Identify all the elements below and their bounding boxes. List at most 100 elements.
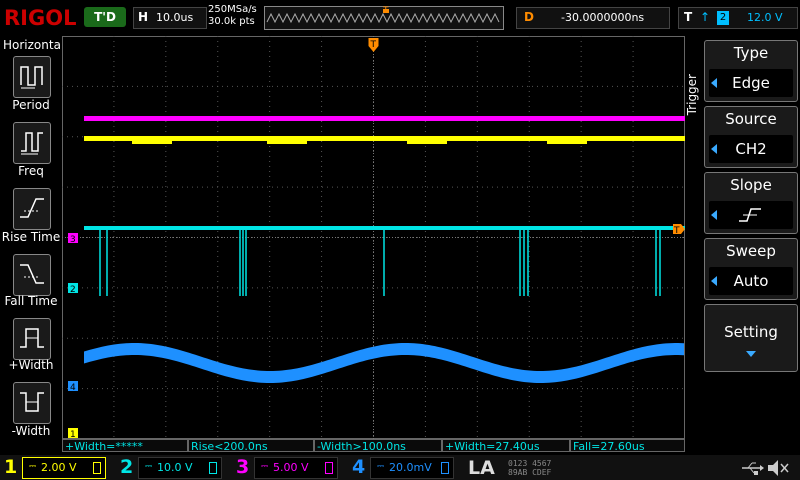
fall-time-button[interactable] — [13, 254, 51, 296]
logic-analyzer-button[interactable]: LA — [468, 457, 495, 479]
measurement-item[interactable]: +Width=***** — [62, 439, 188, 453]
speaker-mute-icon[interactable] — [766, 458, 790, 478]
freq-label: Freq — [18, 164, 44, 178]
freq-button[interactable] — [13, 122, 51, 164]
setting-header: Setting — [724, 323, 778, 341]
digital-channel-bits: 0123 4567 89AB CDEF — [508, 459, 551, 477]
trigger-position-label: T — [370, 40, 377, 50]
impedance-icon — [441, 462, 449, 474]
impedance-icon — [93, 462, 101, 474]
delay-key: D — [524, 10, 534, 24]
trigger-type-button[interactable]: Type Edge — [704, 40, 798, 102]
sample-rate: 250MSa/s — [208, 4, 257, 15]
ch3-offset-marker-label: 3 — [70, 235, 76, 245]
type-header: Type — [733, 44, 769, 62]
channel-3-scale: 5.00 V — [273, 461, 309, 474]
timebase-value: 10.0us — [156, 11, 194, 24]
dc-coupling-icon: ⎓ — [261, 462, 269, 472]
graticule: 3 2 4 1 T T — [62, 36, 685, 440]
channel-1-status[interactable]: 1 ⎓ 2.00 V — [0, 456, 108, 479]
memory-overview-strip[interactable]: T — [264, 6, 504, 30]
memory-depth: 30.0k pts — [208, 16, 255, 27]
impedance-icon — [209, 462, 217, 474]
top-status-bar: RIGOL T'D H 10.0us 250MSa/s 30.0k pts T … — [0, 0, 800, 36]
slope-header: Slope — [730, 176, 772, 194]
trigger-level-label: T — [673, 226, 680, 236]
rising-slope-icon — [739, 208, 761, 222]
channel-4-box: ⎓ 20.0mV — [370, 457, 454, 479]
trigger-channel-badge: 2 — [717, 11, 729, 25]
measurement-item[interactable]: Rise<200.0ns — [188, 439, 314, 453]
digital-bits-low: 0123 4567 — [508, 459, 552, 468]
rise-time-button[interactable] — [13, 188, 51, 230]
rise-time-label: Rise Time — [1, 230, 61, 244]
trigger-position-marker: T — [383, 6, 389, 16]
pos-width-button[interactable] — [13, 318, 51, 360]
usb-icon — [742, 462, 764, 475]
channel-4-scale: 20.0mV — [389, 461, 432, 474]
trigger-sweep-button[interactable]: Sweep Auto — [704, 238, 798, 300]
period-icon — [20, 66, 43, 89]
positive-width-icon — [20, 328, 44, 348]
neg-width-label: -Width — [11, 424, 51, 438]
ch3-trace — [84, 116, 685, 121]
channel-3-number: 3 — [236, 456, 250, 478]
trigger-key: T — [684, 10, 693, 24]
measurement-item[interactable]: Fall=27.60us — [570, 439, 685, 453]
dc-coupling-icon: ⎓ — [377, 462, 385, 472]
rise-time-icon — [20, 198, 44, 218]
neg-width-button[interactable] — [13, 382, 51, 424]
channel-2-scale: 10.0 V — [157, 461, 193, 474]
trigger-menu: Trigger Type Edge Source CH2 Slope Sweep… — [685, 36, 800, 456]
horizontal-key: H — [138, 10, 149, 24]
sweep-value: Auto — [733, 272, 769, 290]
brand-logo: RIGOL — [4, 6, 77, 30]
channel-2-number: 2 — [120, 456, 134, 478]
channel-3-box: ⎓ 5.00 V — [254, 457, 338, 479]
pos-width-label: +Width — [8, 358, 54, 372]
channel-1-box: ⎓ 2.00 V — [22, 457, 106, 479]
type-value: Edge — [732, 74, 770, 92]
source-header: Source — [725, 110, 777, 128]
period-label: Period — [12, 98, 50, 112]
ch1-bump — [132, 140, 172, 144]
rising-edge-icon: ↑ — [700, 10, 711, 24]
negative-width-icon — [20, 392, 44, 412]
trigger-slope-button[interactable]: Slope — [704, 172, 798, 234]
channel-1-number: 1 — [4, 456, 18, 478]
horizontal-timebase[interactable]: H 10.0us — [133, 7, 207, 29]
ch1-offset-marker-label: 1 — [70, 430, 76, 439]
trigger-setting-button[interactable]: Setting — [704, 304, 798, 372]
menu-title: Horizontal — [3, 38, 65, 52]
channel-1-scale: 2.00 V — [41, 461, 77, 474]
run-state-badge[interactable]: T'D — [84, 7, 126, 27]
delay-box[interactable]: D -30.0000000ns — [516, 7, 670, 29]
expand-down-icon — [746, 351, 756, 357]
channel-3-status[interactable]: 3 ⎓ 5.00 V — [232, 456, 340, 479]
ch1-bump — [407, 140, 447, 144]
sweep-value-box: Auto — [709, 267, 793, 295]
trigger-status-box[interactable]: T ↑ 2 12.0 V — [678, 7, 798, 29]
waveform-display[interactable]: 3 2 4 1 T T — [62, 36, 685, 440]
sample-info: 250MSa/s 30.0k pts — [208, 4, 257, 28]
channel-4-number: 4 — [352, 456, 366, 478]
measurement-item[interactable]: -Width>100.0ns — [314, 439, 442, 453]
source-value-box: CH2 — [709, 135, 793, 163]
fall-time-icon — [20, 264, 44, 284]
channel-4-status[interactable]: 4 ⎓ 20.0mV — [348, 456, 456, 479]
channel-2-box: ⎓ 10.0 V — [138, 457, 222, 479]
trigger-level-value: 12.0 V — [747, 11, 783, 24]
sweep-header: Sweep — [726, 242, 776, 260]
impedance-icon — [325, 462, 333, 474]
measurement-item[interactable]: +Width=27.40us — [442, 439, 570, 453]
ch4-trace — [84, 343, 684, 383]
channel-status-bar: 1 ⎓ 2.00 V 2 ⎓ 10.0 V 3 ⎓ 5.00 V 4 ⎓ 20.… — [0, 455, 800, 480]
dc-coupling-icon: ⎓ — [145, 462, 153, 472]
ch1-trace — [84, 136, 685, 141]
dc-coupling-icon: ⎓ — [29, 462, 37, 472]
period-button[interactable] — [13, 56, 51, 98]
measurement-bar: +Width=***** Rise<200.0ns -Width>100.0ns… — [62, 439, 685, 453]
trigger-source-button[interactable]: Source CH2 — [704, 106, 798, 168]
type-value-box: Edge — [709, 69, 793, 97]
channel-2-status[interactable]: 2 ⎓ 10.0 V — [116, 456, 224, 479]
